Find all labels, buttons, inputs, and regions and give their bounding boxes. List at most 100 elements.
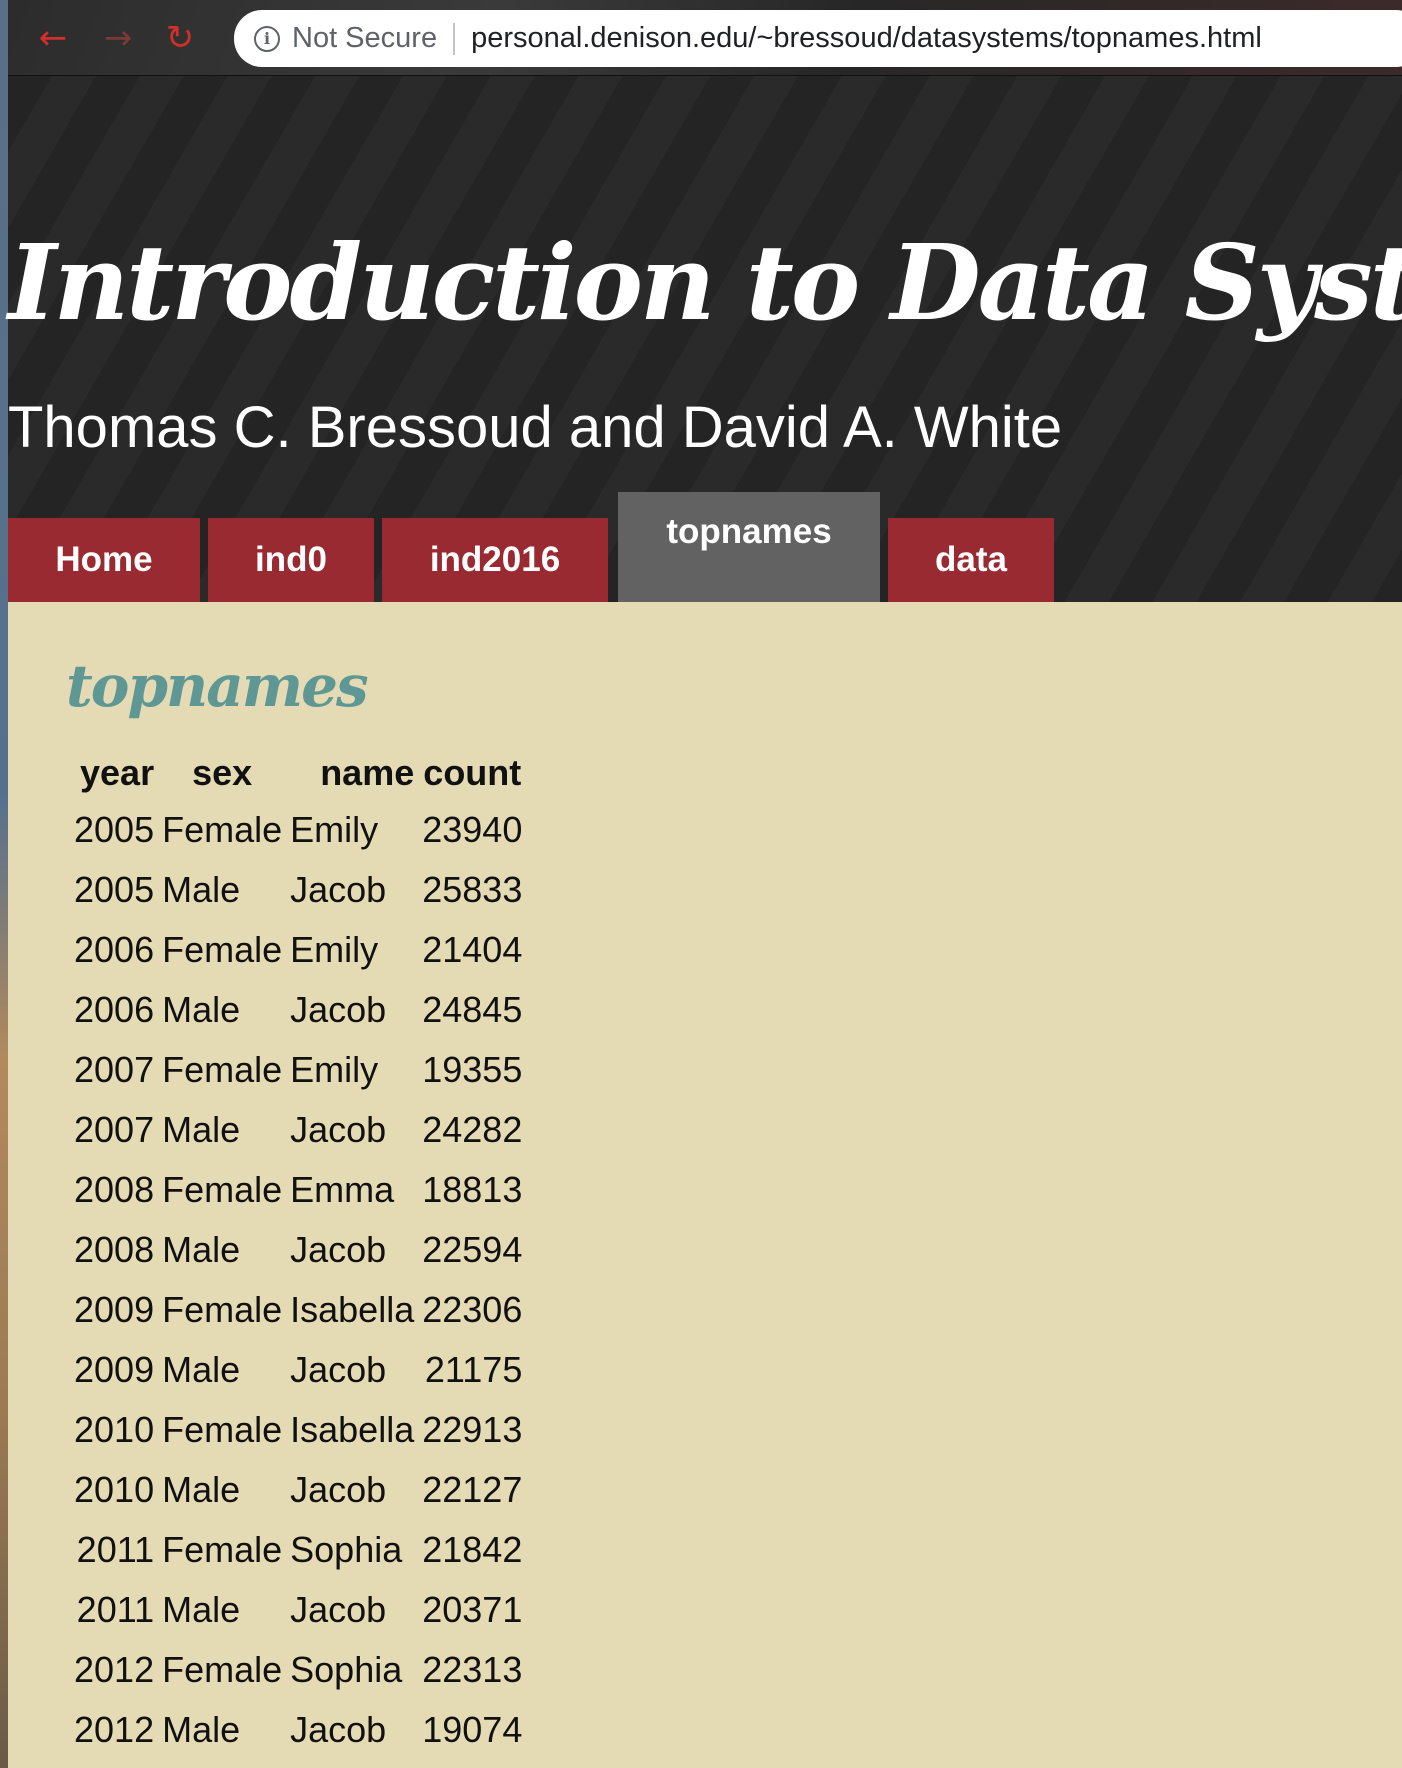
cell-year: 2012: [74, 1649, 155, 1690]
back-arrow-icon[interactable]: ←: [33, 18, 73, 58]
cell-year: 2011: [76, 1589, 155, 1630]
cell-count: 23940: [422, 809, 523, 850]
cell-year: 2010: [74, 1469, 155, 1510]
table-row: 2011 Male Jacob 20371: [70, 1580, 526, 1640]
cell-name: Emily: [290, 1049, 379, 1090]
cell-year: 2006: [74, 989, 155, 1030]
cell-sex: Female: [162, 1529, 283, 1570]
cell-name: Jacob: [290, 1589, 387, 1630]
column-header-count: count: [423, 752, 522, 793]
site-header: Introduction to Data Systems Thomas C. B…: [8, 76, 1402, 602]
cell-sex: Male: [162, 1469, 241, 1510]
cell-year: 2010: [74, 1409, 155, 1450]
column-header-sex: sex: [192, 752, 253, 793]
cell-year: 2005: [74, 869, 155, 910]
table-row: 2010 Male Jacob 22127: [70, 1460, 526, 1520]
cell-year: 2009: [74, 1289, 155, 1330]
table-row: 2012 Female Sophia 22313: [70, 1640, 526, 1700]
cell-sex: Male: [162, 1709, 241, 1750]
info-icon[interactable]: i: [254, 25, 280, 52]
forward-arrow-icon[interactable]: →: [98, 18, 138, 58]
cell-sex: Female: [162, 1409, 283, 1450]
table-row: 2010 Female Isabella 22913: [70, 1400, 526, 1460]
cell-year: 2008: [74, 1229, 155, 1270]
cell-year: 2009: [74, 1349, 155, 1390]
table-row: 2007 Female Emily 19355: [70, 1040, 526, 1100]
cell-count: 21842: [422, 1529, 523, 1570]
cell-count: 22594: [422, 1229, 523, 1270]
cell-name: Jacob: [290, 1469, 387, 1510]
desktop-background: [0, 0, 8, 1768]
cell-sex: Male: [162, 1589, 241, 1630]
cell-sex: Male: [162, 1229, 241, 1270]
cell-count: 25833: [422, 869, 523, 910]
cell-count: 21404: [422, 929, 523, 970]
cell-name: Sophia: [290, 1649, 403, 1690]
topnames-table: year sex name count 2005 Female Emily 23940…: [70, 746, 526, 1760]
cell-name: Jacob: [290, 989, 387, 1030]
table-row: 2005 Male Jacob 25833: [70, 860, 526, 920]
table-row: 2006 Female Emily 21404: [70, 920, 526, 980]
table-row: 2008 Male Jacob 22594: [70, 1220, 526, 1280]
cell-count: 21175: [424, 1349, 523, 1390]
cell-count: 19355: [422, 1049, 523, 1090]
cell-name: Emma: [290, 1169, 395, 1210]
cell-year: 2008: [74, 1169, 155, 1210]
cell-name: Jacob: [290, 1229, 387, 1270]
table-row: 2007 Male Jacob 24282: [70, 1100, 526, 1160]
cell-year: 2005: [74, 809, 155, 850]
security-label[interactable]: Not Secure: [292, 22, 437, 55]
site-authors: Thomas C. Bressoud and David A. White: [8, 395, 1063, 460]
table-row: 2012 Male Jacob 19074: [70, 1700, 526, 1760]
tab-ind2016[interactable]: ind2016: [382, 518, 608, 602]
table-row: 2005 Female Emily 23940: [70, 800, 526, 860]
cell-sex: Female: [162, 1169, 283, 1210]
cell-sex: Male: [162, 1109, 241, 1150]
cell-name: Jacob: [290, 869, 387, 910]
cell-count: 22306: [422, 1289, 523, 1330]
cell-count: 22127: [422, 1469, 523, 1510]
screenshot-frame: ← → ↻ i Not Secure personal.denison.edu/…: [0, 0, 1402, 1768]
cell-count: 19074: [422, 1709, 523, 1750]
reload-icon[interactable]: ↻: [160, 18, 200, 58]
tab-ind0[interactable]: ind0: [208, 518, 374, 602]
cell-name: Isabella: [290, 1289, 415, 1330]
cell-year: 2012: [74, 1709, 155, 1750]
cell-sex: Female: [162, 1049, 283, 1090]
address-separator: [453, 22, 456, 55]
cell-name: Emily: [290, 929, 379, 970]
tab-data[interactable]: data: [888, 518, 1054, 602]
cell-name: Jacob: [290, 1349, 387, 1390]
site-title: Introduction to Data Systems: [8, 221, 1402, 344]
cell-sex: Female: [162, 1649, 283, 1690]
cell-sex: Female: [162, 1289, 283, 1330]
nav-tabs: Home ind0 ind2016 topnames data: [8, 492, 1402, 602]
tab-home[interactable]: Home: [8, 518, 200, 602]
table-row: 2009 Male Jacob 21175: [70, 1340, 526, 1400]
cell-count: 20371: [422, 1589, 523, 1630]
cell-name: Emily: [290, 809, 379, 850]
table-row: 2006 Male Jacob 24845: [70, 980, 526, 1040]
cell-year: 2011: [76, 1529, 155, 1570]
table-row: 2011 Female Sophia 21842: [70, 1520, 526, 1580]
cell-sex: Male: [162, 869, 241, 910]
section-heading: topnames: [66, 652, 369, 720]
cell-name: Sophia: [290, 1529, 403, 1570]
url-text[interactable]: personal.denison.edu/~bressoud/datasyste…: [471, 22, 1262, 55]
cell-year: 2007: [74, 1109, 155, 1150]
cell-name: Jacob: [290, 1709, 387, 1750]
cell-sex: Male: [162, 1349, 241, 1390]
cell-year: 2006: [74, 929, 155, 970]
column-header-name: name: [320, 752, 415, 793]
cell-count: 24282: [422, 1109, 523, 1150]
tab-topnames[interactable]: topnames: [618, 492, 880, 602]
address-bar[interactable]: i Not Secure personal.denison.edu/~bress…: [234, 10, 1402, 67]
cell-count: 22313: [422, 1649, 523, 1690]
column-header-year: year: [80, 752, 155, 793]
cell-sex: Male: [162, 989, 241, 1030]
table-body: 2005 Female Emily 23940 2005 Male Jacob 25833 20…: [70, 800, 526, 1760]
cell-sex: Female: [162, 809, 283, 850]
web-page: Introduction to Data Systems Thomas C. B…: [8, 76, 1402, 1768]
table-header-row: year sex name count: [70, 746, 526, 800]
cell-name: Jacob: [290, 1109, 387, 1150]
